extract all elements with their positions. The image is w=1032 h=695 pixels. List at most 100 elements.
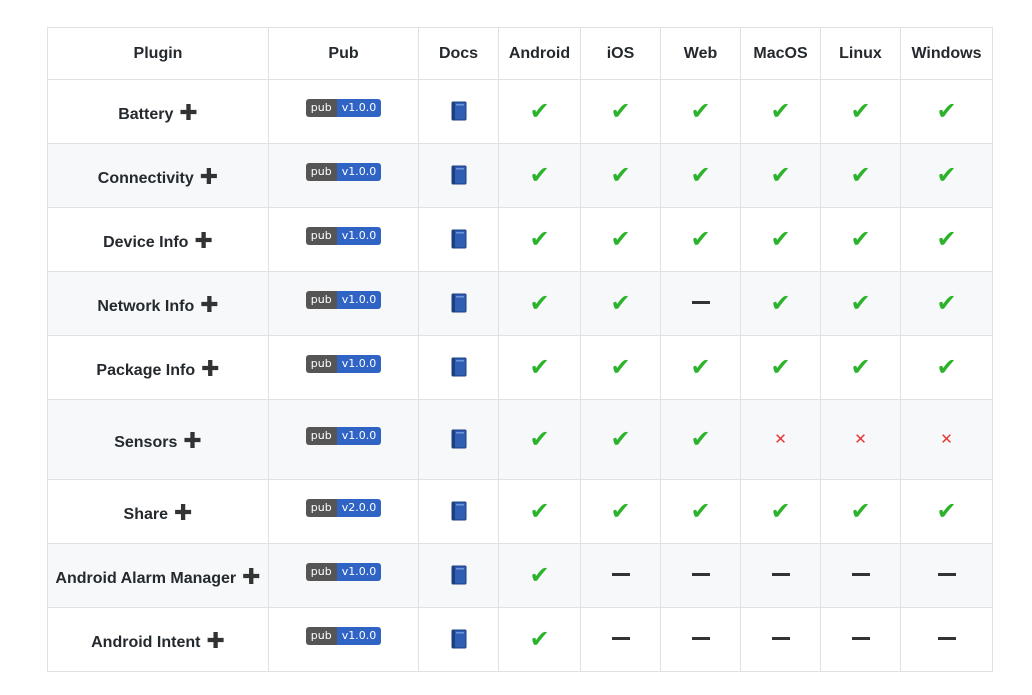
plugin-link[interactable]: Connectivity (98, 170, 194, 187)
pub-badge[interactable]: pub v2.0.0 (305, 499, 382, 517)
table-row: Package Info ✚ pub v1.0.0 ✔ ✔ ✔ ✔ ✔ ✔ (47, 335, 993, 400)
book-icon[interactable] (451, 357, 467, 377)
checkmark-icon: ✔ (690, 97, 711, 125)
support-cell-android: ✔ (498, 399, 581, 480)
plugin-name-cell: Connectivity ✚ (47, 143, 269, 208)
support-cell-android: ✔ (498, 271, 581, 336)
cross-icon: ✕ (774, 431, 787, 448)
pub-cell: pub v1.0.0 (268, 143, 419, 208)
support-cell-windows: ✔ (900, 207, 993, 272)
plugin-name-cell: Network Info ✚ (47, 271, 269, 336)
pub-badge-version: v1.0.0 (336, 227, 382, 245)
dash-icon (691, 572, 710, 576)
checkmark-icon: ✔ (936, 97, 957, 125)
cross-icon: ✕ (854, 431, 867, 448)
pub-badge[interactable]: pub v1.0.0 (305, 427, 382, 445)
docs-cell (418, 207, 499, 272)
table-body: Battery ✚ pub v1.0.0 ✔ ✔ ✔ ✔ ✔ ✔ Connectivity ✚ pub v… (47, 79, 993, 672)
docs-cell (418, 479, 499, 544)
dash-icon (851, 572, 870, 576)
book-icon[interactable] (451, 229, 467, 249)
checkmark-icon: ✔ (610, 289, 631, 317)
plugin-link[interactable]: Android Alarm Manager (55, 570, 236, 587)
pub-cell: pub v1.0.0 (268, 207, 419, 272)
checkmark-icon: ✔ (610, 97, 631, 125)
checkmark-icon: ✔ (690, 425, 711, 453)
pub-badge-version: v1.0.0 (336, 99, 382, 117)
plugin-link[interactable]: Sensors (114, 434, 177, 451)
support-cell-android: ✔ (498, 479, 581, 544)
book-icon[interactable] (451, 629, 467, 649)
support-cell-windows (900, 543, 993, 608)
pub-badge[interactable]: pub v1.0.0 (305, 227, 382, 245)
plus-icon: ✚ (199, 163, 219, 189)
dash-icon (691, 636, 710, 640)
pub-badge[interactable]: pub v1.0.0 (305, 627, 382, 645)
support-cell-windows: ✔ (900, 479, 993, 544)
book-icon[interactable] (451, 501, 467, 521)
checkmark-icon: ✔ (529, 353, 550, 381)
checkmark-icon: ✔ (529, 225, 550, 253)
book-icon[interactable] (451, 293, 467, 313)
support-cell-linux: ✔ (820, 479, 901, 544)
checkmark-icon: ✔ (850, 97, 871, 125)
pub-badge[interactable]: pub v1.0.0 (305, 163, 382, 181)
pub-cell: pub v1.0.0 (268, 79, 419, 144)
pub-badge[interactable]: pub v1.0.0 (305, 291, 382, 309)
checkmark-icon: ✔ (770, 161, 791, 189)
checkmark-icon: ✔ (690, 225, 711, 253)
plugin-link[interactable]: Android Intent (91, 634, 200, 651)
pub-cell: pub v1.0.0 (268, 335, 419, 400)
checkmark-icon: ✔ (936, 353, 957, 381)
plugin-name-cell: Device Info ✚ (47, 207, 269, 272)
header-android: Android (498, 27, 581, 80)
pub-badge-label: pub (305, 99, 337, 117)
dash-icon (937, 636, 956, 640)
docs-cell (418, 143, 499, 208)
pub-badge[interactable]: pub v1.0.0 (305, 563, 382, 581)
header-docs: Docs (418, 27, 499, 80)
checkmark-icon: ✔ (936, 497, 957, 525)
table-row: Android Alarm Manager ✚ pub v1.0.0 ✔ (47, 543, 993, 608)
docs-cell (418, 543, 499, 608)
book-icon[interactable] (451, 429, 467, 449)
pub-badge-version: v1.0.0 (336, 291, 382, 309)
header-web: Web (660, 27, 741, 80)
header-macos: MacOS (740, 27, 821, 80)
dash-icon (937, 572, 956, 576)
table-row: Connectivity ✚ pub v1.0.0 ✔ ✔ ✔ ✔ ✔ ✔ (47, 143, 993, 208)
plugin-link[interactable]: Network Info (97, 298, 194, 315)
pub-badge-label: pub (305, 291, 337, 309)
book-icon[interactable] (451, 101, 467, 121)
support-cell-android: ✔ (498, 207, 581, 272)
book-icon[interactable] (451, 165, 467, 185)
checkmark-icon: ✔ (610, 225, 631, 253)
plugin-link[interactable]: Package Info (96, 362, 195, 379)
checkmark-icon: ✔ (770, 97, 791, 125)
support-cell-ios: ✔ (580, 271, 661, 336)
pub-badge[interactable]: pub v1.0.0 (305, 99, 382, 117)
plugin-link[interactable]: Battery (118, 106, 173, 123)
dash-icon (771, 636, 790, 640)
support-cell-linux (820, 607, 901, 672)
plugin-link[interactable]: Share (124, 506, 168, 523)
book-icon[interactable] (451, 565, 467, 585)
pub-badge[interactable]: pub v1.0.0 (305, 355, 382, 373)
checkmark-icon: ✔ (770, 225, 791, 253)
pub-badge-label: pub (305, 427, 337, 445)
support-cell-macos (740, 543, 821, 608)
support-cell-web: ✔ (660, 399, 741, 480)
pub-badge-version: v1.0.0 (336, 627, 382, 645)
plugin-name-cell: Battery ✚ (47, 79, 269, 144)
pub-badge-label: pub (305, 163, 337, 181)
pub-badge-version: v2.0.0 (336, 499, 382, 517)
pub-badge-label: pub (305, 563, 337, 581)
pub-badge-version: v1.0.0 (336, 163, 382, 181)
support-cell-web (660, 543, 741, 608)
plugins-table: Plugin Pub Docs Android iOS Web MacOS Li… (47, 27, 993, 672)
dash-icon (691, 300, 710, 304)
plugin-link[interactable]: Device Info (103, 234, 188, 251)
support-cell-android: ✔ (498, 543, 581, 608)
pub-cell: pub v1.0.0 (268, 399, 419, 480)
pub-badge-version: v1.0.0 (336, 427, 382, 445)
